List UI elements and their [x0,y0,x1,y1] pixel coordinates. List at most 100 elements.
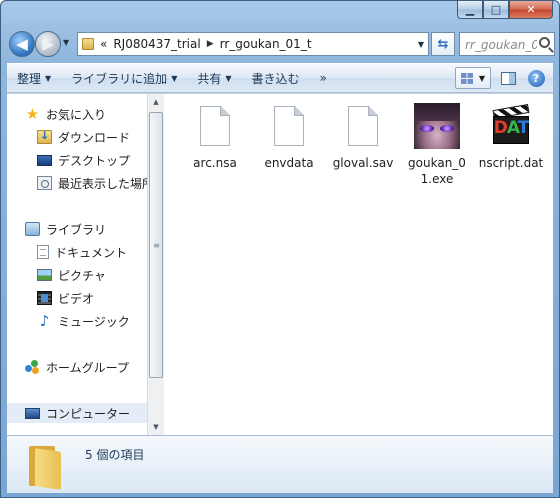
scroll-down-icon[interactable]: ▼ [148,419,164,435]
sidebar-item-label: ダウンロード [58,130,131,145]
scroll-up-icon[interactable]: ▲ [148,94,164,110]
sidebar-item-label: デスクトップ [58,153,131,168]
command-bar: 整理 ▼ ライブラリに追加 ▼ 共有 ▼ 書き込む » ▼ ? [7,63,553,93]
blank-file-icon [265,102,313,150]
item-count: 5 個の項目 [85,448,145,462]
back-button[interactable]: ◀ [9,31,35,57]
sidebar-item-label: ライブラリ [46,222,107,237]
sidebar-item-documents[interactable]: ドキュメント [37,242,127,262]
details-pane: 5 個の項目 [7,435,553,493]
sidebar-item-videos[interactable]: ビデオ [37,288,94,308]
file-item[interactable]: arc.nsa [179,102,251,171]
forward-button[interactable]: ▶ [35,31,61,57]
blank-file-icon [339,102,387,150]
navigation-pane-scrollbar[interactable]: ▲ ≡ ▼ [147,94,164,435]
help-icon: ? [527,69,545,87]
scroll-grip-icon: ≡ [153,240,160,250]
share-label: 共有 [197,71,222,86]
folder-icon [82,38,94,50]
sidebar-item-label: ピクチャ [58,268,106,283]
minimize-button[interactable]: ▁ [457,1,483,19]
help-button[interactable]: ? [525,67,547,89]
sidebar-item-label: ドキュメント [55,245,128,260]
sidebar-item-label: ミュージック [58,314,130,329]
recent-pages-dropdown-icon[interactable]: ▼ [63,38,69,47]
dat-letter-a: A [506,118,519,138]
chevron-down-icon: ▼ [171,73,178,83]
organize-label: 整理 [17,71,42,86]
include-in-library-button[interactable]: ライブラリに追加 ▼ [61,64,187,92]
sidebar-item-label: 最近表示した場所 [58,176,147,191]
maximize-button[interactable]: □ [483,1,509,19]
caption-buttons: ▁ □ ✕ [457,1,553,21]
folder-icon [27,444,61,490]
sidebar-item-label: コンピューター [46,406,131,421]
organize-button[interactable]: 整理 ▼ [7,64,61,92]
preview-pane-icon [500,71,516,85]
dat-letter-t: T [517,118,530,138]
anime-character-exe-icon [413,102,461,150]
sidebar-item-recent-places[interactable]: 最近表示した場所 [37,173,147,193]
music-icon: ♪ [39,312,50,330]
share-button[interactable]: 共有 ▼ [187,64,241,92]
change-view-button[interactable]: ▼ [455,67,491,89]
burn-label: 書き込む [251,71,300,86]
burn-button[interactable]: 書き込む [242,64,310,92]
content-area: ★ お気に入り ダウンロード デスクトップ 最近表示した場所 ライブラリ [7,93,553,435]
file-name: goukan_01.exe [408,156,466,186]
navigation-bar: ◀ ▶ ▼ « RJ080437_trial ▶ rr_goukan_01_t … [7,29,555,59]
chevron-down-icon: ▼ [45,73,52,83]
file-item[interactable]: gloval.sav [327,102,399,171]
close-button[interactable]: ✕ [509,1,553,19]
breadcrumb-item[interactable]: rr_goukan_01_t [220,37,312,51]
navigation-pane: ★ お気に入り ダウンロード デスクトップ 最近表示した場所 ライブラリ [7,94,147,435]
sidebar-item-label: お気に入り [46,107,107,122]
refresh-button[interactable]: ⇆ [431,32,455,56]
star-icon: ★ [25,105,40,123]
search-input[interactable]: rr_goukan_01_t の検索 [459,32,555,56]
search-icon[interactable] [539,37,550,48]
dat-clapperboard-icon: DAT [487,102,535,150]
chevron-down-icon[interactable]: ▼ [479,74,485,83]
sidebar-item-downloads[interactable]: ダウンロード [37,127,130,147]
sidebar-item-computer[interactable]: コンピューター [7,403,147,423]
address-bar[interactable]: « RJ080437_trial ▶ rr_goukan_01_t ▼ [77,32,429,56]
preview-pane-button[interactable] [497,67,519,89]
recent-places-icon [37,176,52,190]
desktop-icon [37,155,52,166]
search-placeholder: rr_goukan_01_t の検索 [465,37,537,52]
documents-icon [37,245,49,259]
sidebar-item-pictures[interactable]: ピクチャ [37,265,106,285]
sidebar-item-libraries[interactable]: ライブラリ [25,219,106,239]
file-name: nscript.dat [478,156,544,170]
explorer-window: ▁ □ ✕ ◀ ▶ ▼ « RJ080437_trial ▶ rr_goukan… [0,0,560,498]
sidebar-item-label: ホームグループ [46,360,129,375]
downloads-folder-icon [37,129,52,144]
more-commands-label: » [319,71,327,85]
sidebar-item-homegroup[interactable]: ホームグループ [25,357,129,377]
sidebar-item-desktop[interactable]: デスクトップ [37,150,130,170]
computer-icon [25,408,40,419]
address-dropdown-icon[interactable]: ▼ [418,40,424,49]
blank-file-icon [191,102,239,150]
file-name: envdata [264,156,314,170]
toolbar-right-group: ▼ ? [455,67,547,89]
sidebar-item-music[interactable]: ♪ ミュージック [37,311,130,331]
views-icon [460,72,473,84]
scrollbar-thumb[interactable]: ≡ [149,112,163,378]
videos-icon [37,291,52,305]
dat-letter-d: D [493,118,508,138]
chevron-down-icon: ▼ [225,73,232,83]
breadcrumb-overflow[interactable]: « [100,37,107,51]
file-item[interactable]: DAT nscript.dat [475,102,547,171]
file-item[interactable]: envdata [253,102,325,171]
more-commands-button[interactable]: » [310,64,337,92]
sidebar-item-favorites[interactable]: ★ お気に入り [25,104,106,124]
breadcrumb-separator-icon[interactable]: ▶ [207,39,214,49]
sidebar-item-label: ビデオ [58,291,95,306]
library-icon [25,222,40,236]
file-item[interactable]: goukan_01.exe [401,102,473,187]
homegroup-icon [25,360,40,374]
breadcrumb-item[interactable]: RJ080437_trial [113,37,200,51]
file-list: arc.nsa envdata gloval.sav goukan_01.exe… [165,94,553,435]
